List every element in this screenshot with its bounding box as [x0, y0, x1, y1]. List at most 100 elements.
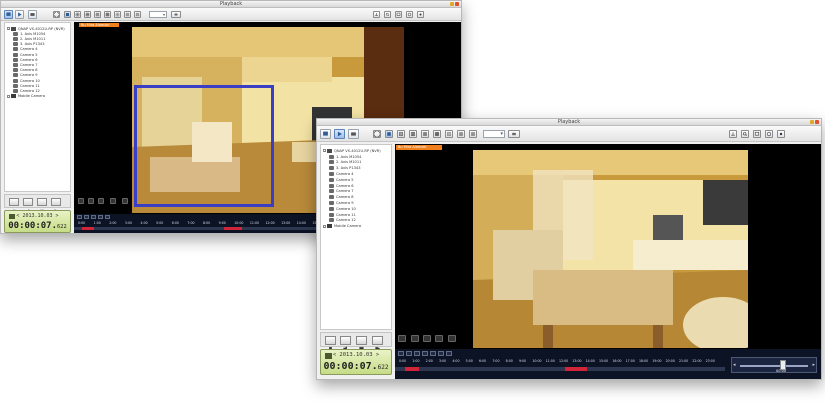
- video-viewer[interactable]: Bu Mira Alamaki: [395, 144, 821, 349]
- monitor-icon: [754, 131, 760, 136]
- expand-icon[interactable]: -: [323, 149, 326, 153]
- grid-9-button[interactable]: [433, 130, 441, 138]
- snapshot-button[interactable]: [348, 129, 359, 139]
- close-icon[interactable]: [455, 2, 459, 6]
- grid-6-button[interactable]: [84, 11, 91, 18]
- play-forward-button[interactable]: [422, 351, 428, 356]
- grid-10-button[interactable]: [445, 130, 453, 138]
- zoom-select[interactable]: ▾: [149, 11, 167, 18]
- info-button[interactable]: [406, 11, 413, 18]
- layout-button[interactable]: [4, 10, 13, 19]
- rewind-button[interactable]: [84, 215, 89, 219]
- overlay-button-5[interactable]: [448, 335, 456, 342]
- play-button[interactable]: [334, 129, 345, 139]
- grid-4-button[interactable]: [397, 130, 405, 138]
- stop-button[interactable]: [9, 198, 19, 213]
- grid-9-button[interactable]: [104, 11, 111, 18]
- zoom-slider[interactable]: 00:00 ◂ ▸: [731, 357, 817, 373]
- clock-date[interactable]: < 2013.10.03 >: [5, 213, 70, 219]
- pause-button[interactable]: [414, 351, 420, 356]
- layout-switch-button[interactable]: [446, 351, 452, 356]
- grid-16-button[interactable]: [469, 130, 477, 138]
- grid-12-button[interactable]: [124, 11, 131, 18]
- search-button[interactable]: [384, 11, 391, 18]
- overlay-button-5[interactable]: [122, 198, 128, 204]
- overlay-button-4[interactable]: [435, 335, 443, 342]
- settings-button[interactable]: [777, 130, 785, 138]
- overlay-button-2[interactable]: [88, 198, 94, 204]
- layout-button[interactable]: [320, 129, 331, 139]
- clock-ms: 622: [377, 364, 389, 371]
- grid-6-button[interactable]: [409, 130, 417, 138]
- overlay-button-1[interactable]: [78, 198, 84, 204]
- snapshot-panel-button[interactable]: [356, 336, 367, 350]
- play-button[interactable]: [15, 10, 24, 19]
- rewind-button[interactable]: [406, 351, 412, 356]
- maximize-icon[interactable]: [450, 2, 454, 6]
- folder-button[interactable]: [372, 336, 383, 351]
- overlay-button-1[interactable]: [398, 335, 406, 342]
- folder-button[interactable]: [51, 198, 61, 213]
- overlay-button-3[interactable]: [98, 198, 104, 204]
- snapshot-button[interactable]: [28, 10, 37, 19]
- tree-item-label: Camera 10: [336, 206, 356, 211]
- expand-icon[interactable]: -: [7, 94, 10, 98]
- grid-4-button[interactable]: [74, 11, 81, 18]
- timeline[interactable]: 0:00 1:00 2:00 3:00 4:00 5:00 6:00 7:00 8:00 9:00…: [395, 349, 821, 379]
- snapshot-option-button[interactable]: [171, 11, 181, 18]
- fullscreen-button[interactable]: [373, 130, 381, 138]
- audio-button[interactable]: [340, 336, 351, 351]
- zoom-out-icon[interactable]: ◂: [733, 362, 736, 368]
- export-button[interactable]: [729, 130, 737, 138]
- grid-8-button[interactable]: [421, 130, 429, 138]
- toolbar: ▾: [317, 126, 821, 142]
- stop-button[interactable]: [325, 336, 336, 350]
- pause-button[interactable]: [91, 215, 96, 219]
- toolbar: ▾: [1, 8, 461, 21]
- audio-button[interactable]: [23, 198, 33, 213]
- timeline-tick-label: 10:00: [532, 359, 542, 363]
- camera-icon: [13, 83, 18, 88]
- search-button[interactable]: [741, 130, 749, 138]
- prev-button[interactable]: [77, 215, 82, 219]
- prev-button[interactable]: [398, 351, 404, 356]
- settings-button[interactable]: [417, 11, 424, 18]
- fullscreen-button[interactable]: [53, 11, 60, 18]
- info-button[interactable]: [765, 130, 773, 138]
- snapshot-panel-button[interactable]: [37, 198, 47, 213]
- play-forward-button[interactable]: [98, 215, 103, 219]
- grid-10-button[interactable]: [114, 11, 121, 18]
- close-icon[interactable]: [815, 120, 819, 124]
- expand-icon[interactable]: -: [7, 27, 10, 31]
- overlay-button-4[interactable]: [110, 198, 116, 204]
- next-button[interactable]: [430, 351, 436, 356]
- grid-12-button[interactable]: [457, 130, 465, 138]
- timeline-track[interactable]: [395, 367, 725, 371]
- title-bar[interactable]: Playback: [1, 1, 461, 8]
- monitor-button[interactable]: [753, 130, 761, 138]
- grid-1-button[interactable]: [385, 130, 393, 138]
- zoom-in-icon[interactable]: ▸: [812, 362, 815, 368]
- grid-16-button[interactable]: [134, 11, 141, 18]
- monitor-button[interactable]: [395, 11, 402, 18]
- zoom-selection-box[interactable]: [134, 85, 274, 207]
- export-button[interactable]: [373, 11, 380, 18]
- overlay-button-2[interactable]: [411, 335, 419, 342]
- tree-item[interactable]: - Mobile Camera: [7, 94, 45, 99]
- next-button[interactable]: [105, 215, 110, 219]
- snapshot-option-button[interactable]: [508, 130, 520, 138]
- playback-clock: < 2013.10.03 > 00:00:07.622: [320, 349, 392, 375]
- monitor-icon: [396, 12, 401, 16]
- clock-date[interactable]: < 2013.10.03 >: [321, 352, 391, 358]
- tree-item-label: 2. Axis M1011: [336, 160, 362, 165]
- grid-1-button[interactable]: [64, 11, 71, 18]
- zoom-select[interactable]: ▾: [483, 130, 505, 138]
- grid-8-button[interactable]: [94, 11, 101, 18]
- title-bar[interactable]: Playback: [317, 119, 821, 126]
- sync-button[interactable]: [438, 351, 444, 356]
- maximize-icon[interactable]: [810, 120, 814, 124]
- info-icon: [407, 12, 412, 17]
- expand-icon[interactable]: -: [323, 224, 326, 228]
- tree-item[interactable]: - Mobile Camera: [323, 223, 361, 229]
- overlay-button-3[interactable]: [423, 335, 431, 342]
